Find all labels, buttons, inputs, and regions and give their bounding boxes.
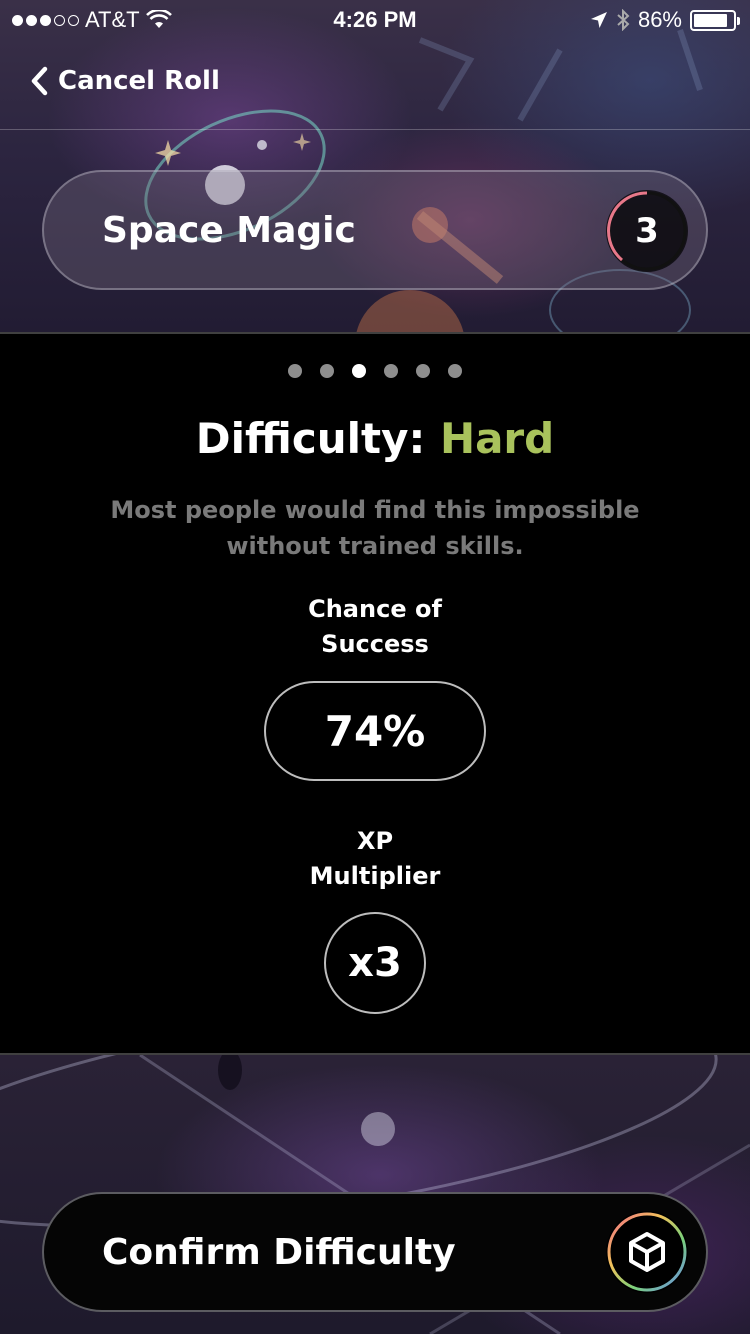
page-dot[interactable] xyxy=(352,364,366,378)
status-bar: AT&T 4:26 PM 86% xyxy=(0,0,750,40)
chance-of-success-label: Chance of Success xyxy=(0,592,750,662)
cube-icon xyxy=(629,1232,665,1272)
battery-icon xyxy=(690,9,740,31)
difficulty-prefix: Difficulty: xyxy=(195,414,426,463)
xp-label-line1: XP xyxy=(356,827,394,855)
skill-name: Space Magic xyxy=(102,210,356,251)
chance-label-line2: Success xyxy=(321,630,429,658)
bluetooth-icon xyxy=(617,9,630,31)
cancel-roll-button[interactable]: Cancel Roll xyxy=(30,66,220,96)
skill-level-value: 3 xyxy=(635,211,659,251)
skill-level-badge: 3 xyxy=(606,190,688,272)
difficulty-panel: Difficulty: Hard Most people would find … xyxy=(0,332,750,1055)
page-dot[interactable] xyxy=(320,364,334,378)
xp-label-line2: Multiplier xyxy=(309,862,441,890)
location-arrow-icon xyxy=(590,12,607,28)
page-dot[interactable] xyxy=(448,364,462,378)
xp-multiplier-value: x3 xyxy=(324,912,426,1014)
chevron-left-icon xyxy=(31,66,48,96)
page-dot[interactable] xyxy=(384,364,398,378)
confirm-icon-badge xyxy=(606,1211,688,1293)
battery-percent: 86% xyxy=(637,7,682,32)
chance-label-line1: Chance of xyxy=(308,595,442,623)
confirm-difficulty-button[interactable]: Confirm Difficulty xyxy=(42,1192,708,1312)
chance-of-success-value: 74% xyxy=(264,681,486,781)
page-dot[interactable] xyxy=(416,364,430,378)
difficulty-description: Most people would find this impossible w… xyxy=(110,496,640,560)
confirm-difficulty-label: Confirm Difficulty xyxy=(102,1232,456,1273)
skill-card[interactable]: Space Magic 3 xyxy=(42,170,708,290)
difficulty-heading: Difficulty: Hard xyxy=(0,414,750,463)
page-indicator xyxy=(0,364,750,378)
battery-level-fill xyxy=(694,13,727,27)
xp-multiplier-label: XP Multiplier xyxy=(0,824,750,894)
navigation-bar: Cancel Roll xyxy=(0,40,750,130)
cancel-roll-label: Cancel Roll xyxy=(58,66,220,96)
difficulty-value: Hard xyxy=(439,414,555,463)
page-dot[interactable] xyxy=(288,364,302,378)
